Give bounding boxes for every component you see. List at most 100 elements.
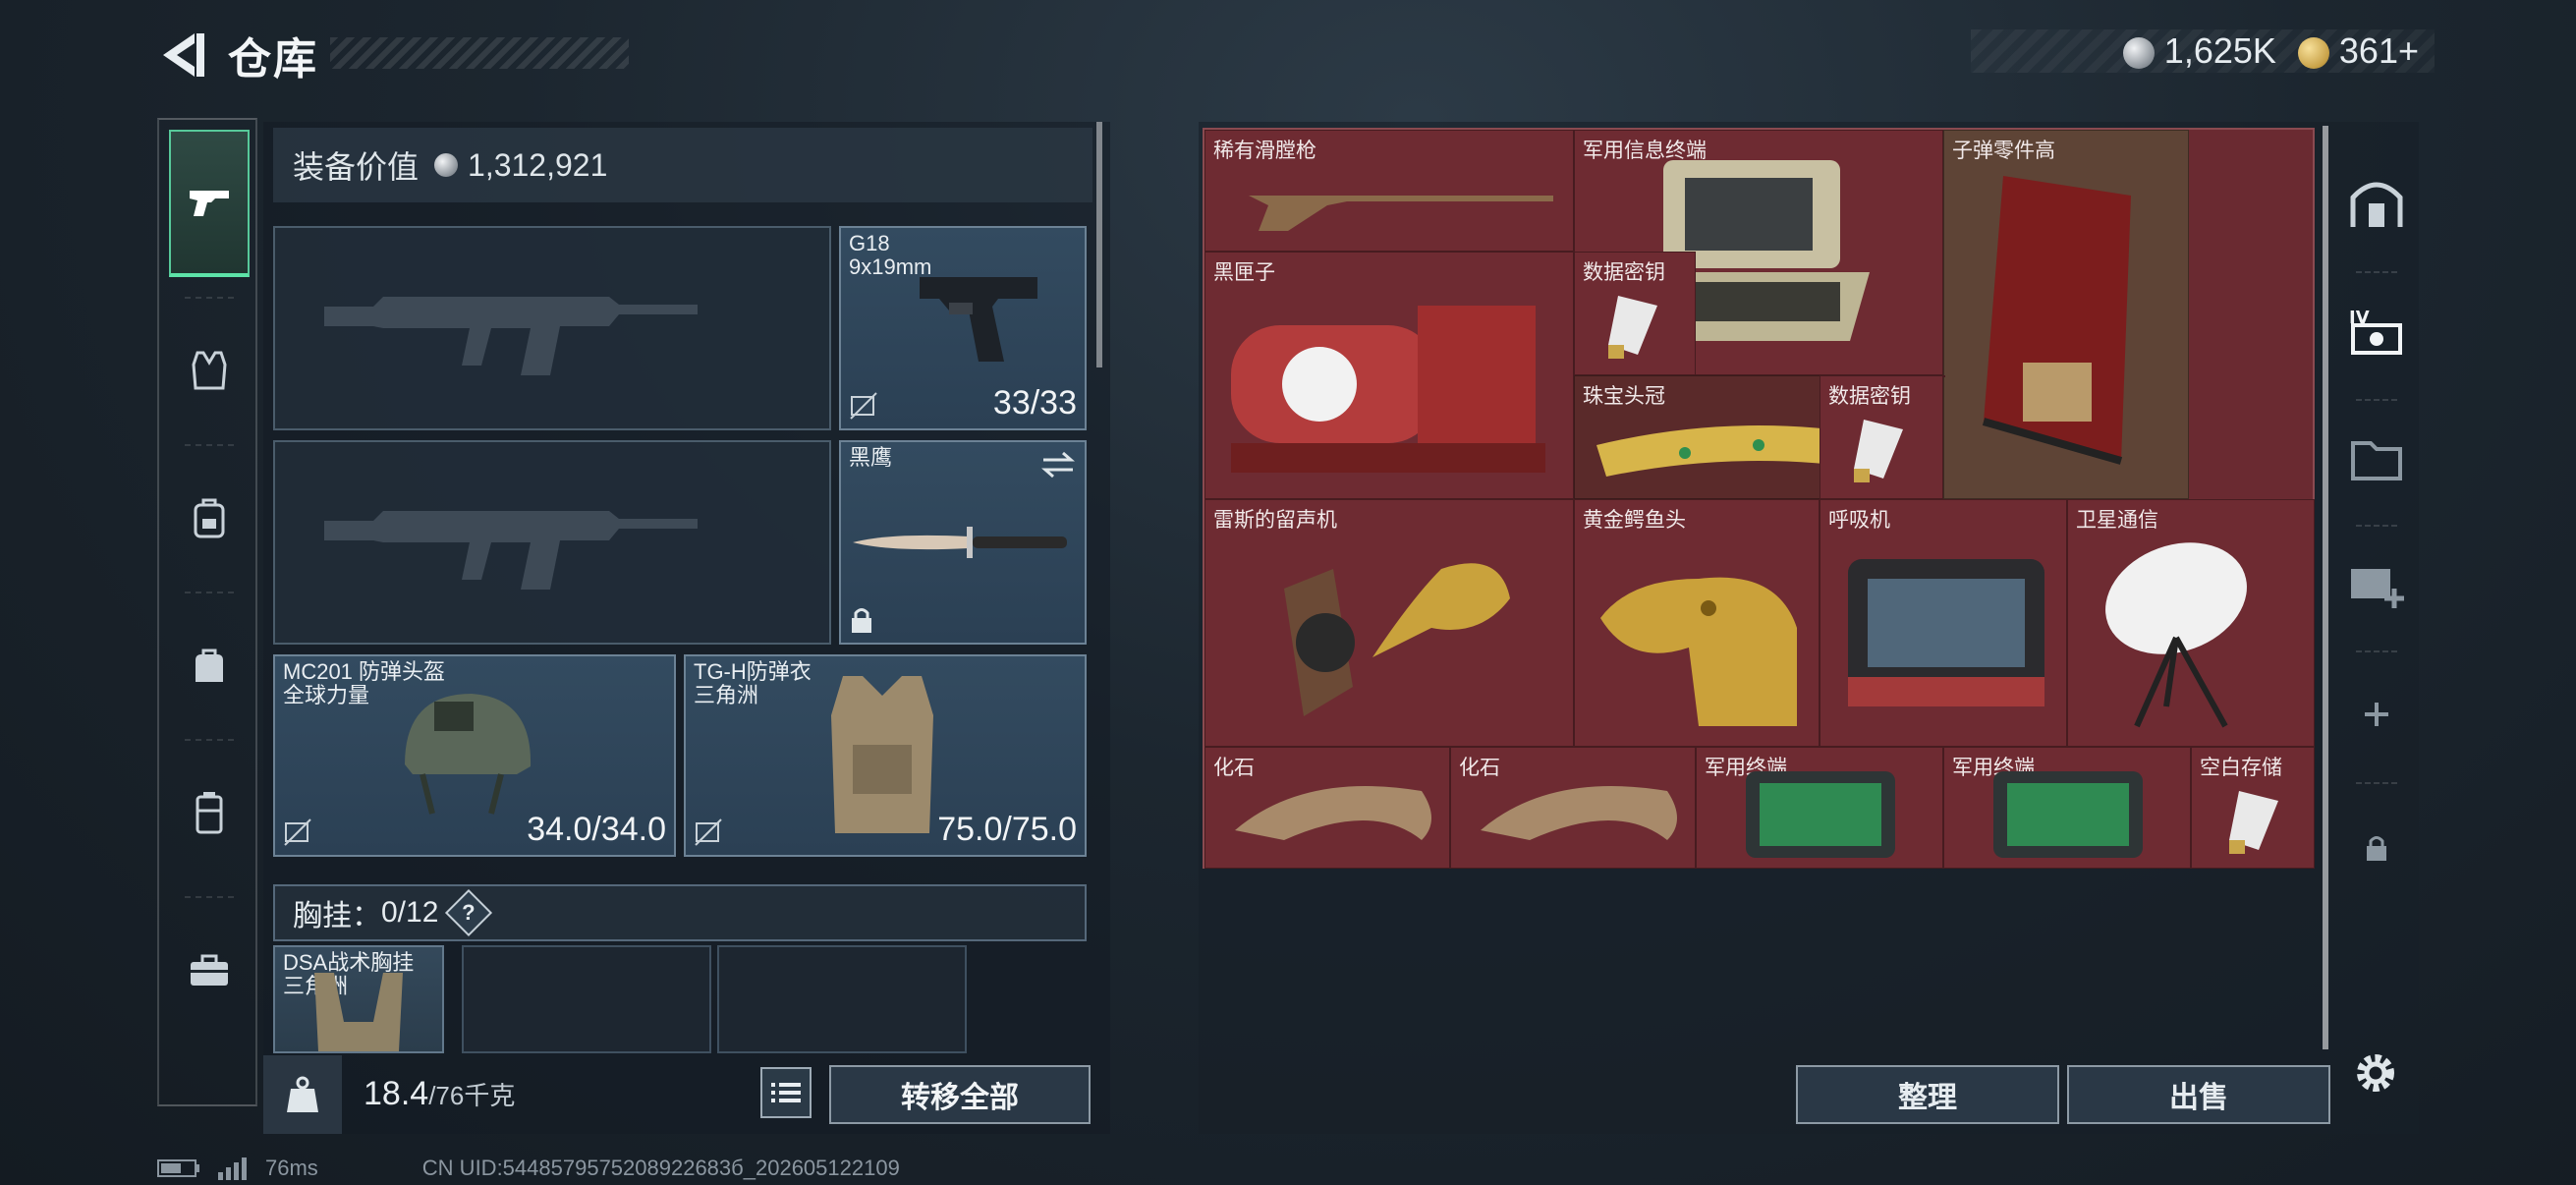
item-military-terminal-small[interactable]: 军用终端 <box>1696 747 1943 869</box>
item-ventilator[interactable]: 呼吸机 <box>1820 499 2067 747</box>
weight-readout: 18.4/76千克 <box>364 1075 516 1112</box>
knife-icon <box>853 527 1067 558</box>
tab-safe-box[interactable] <box>2336 145 2417 261</box>
data-key-icon <box>1608 296 1657 359</box>
ping-readout: 76ms <box>265 1156 318 1180</box>
item-data-key-2[interactable]: 数据密钥 <box>1820 375 1943 499</box>
glock-pistol-icon <box>920 277 1037 362</box>
secondary-weapon-slot[interactable] <box>273 440 831 645</box>
helmet-slot[interactable]: MC201 防弹头盔 全球力量 34.0/34.0 <box>273 654 676 857</box>
gramophone-icon <box>1284 563 1510 716</box>
silver-amount: 1,625K <box>2163 30 2276 71</box>
tab-locked[interactable] <box>2336 790 2417 906</box>
item-data-key[interactable]: 数据密钥 <box>1574 252 1696 375</box>
chest-rig-label: 胸挂： <box>293 900 381 932</box>
item-fossil[interactable]: 化石 <box>1204 747 1450 869</box>
no-insure-icon <box>850 392 877 420</box>
storage-scrollbar[interactable] <box>2323 126 2328 1049</box>
safe-box-icon <box>2350 182 2403 227</box>
data-key-icon <box>2229 791 2278 854</box>
item-ammo-parts[interactable]: 子弹零件高 <box>1943 130 2189 499</box>
help-icon[interactable]: ? <box>445 888 493 937</box>
sidearm-ammo-count: 33/33 <box>992 384 1077 422</box>
status-bar: 76ms CN UID:5448579575208922683б_2026051… <box>157 1156 900 1181</box>
no-insure-icon <box>695 818 722 846</box>
melee-slot[interactable]: 黑鹰 <box>839 440 1087 645</box>
bag-icon <box>196 649 223 682</box>
tab-expand-storage[interactable] <box>2336 527 2417 643</box>
folder-icon <box>2351 441 2402 480</box>
battery-icon <box>157 1159 199 1177</box>
weight-box <box>263 1055 342 1134</box>
rail-tab-backpack[interactable] <box>169 444 250 592</box>
transfer-all-button[interactable]: 转移全部 <box>829 1065 1091 1124</box>
helmet-durability: 34.0/34.0 <box>527 811 666 848</box>
rail-tab-weapons[interactable] <box>169 130 250 277</box>
data-key-icon <box>1854 420 1903 482</box>
silver-currency[interactable]: 1,625K <box>2122 30 2276 72</box>
category-rail <box>157 118 257 1106</box>
golden-croc-head-icon <box>1600 577 1797 726</box>
fossil-claw-icon <box>1481 786 1677 840</box>
uid-text: CN UID:5448579575208922683б_202605122109 <box>421 1156 900 1180</box>
silver-coin-icon <box>434 153 459 177</box>
back-arrow-icon <box>163 33 204 77</box>
backpack-icon <box>194 498 225 538</box>
item-satellite-comms[interactable]: 卫星通信 <box>2067 499 2315 747</box>
item-fossil-2[interactable]: 化石 <box>1450 747 1696 869</box>
rig-slot-empty[interactable] <box>717 945 967 1053</box>
helmet-icon <box>405 694 532 815</box>
item-gramophone[interactable]: 雷斯的留声机 <box>1204 499 1574 747</box>
weight-icon <box>287 1076 318 1112</box>
sell-button[interactable]: 出售 <box>2067 1065 2330 1124</box>
tab-add[interactable] <box>2336 656 2417 772</box>
tab-folder[interactable] <box>2336 401 2417 517</box>
storage-tabs-rail: IV <box>2336 126 2417 1030</box>
primary-weapon-slot[interactable] <box>273 226 831 430</box>
spacer <box>1943 375 1945 377</box>
item-military-terminal-small-2[interactable]: 军用终端 <box>1943 747 2191 869</box>
plus-icon <box>2365 703 2388 726</box>
title-decoration <box>330 37 629 69</box>
chest-rig-count: 0/12 <box>381 896 439 929</box>
swap-icon[interactable] <box>1041 450 1075 480</box>
pistol-icon <box>190 191 229 216</box>
chest-rig-bar: 胸挂： 0/12 ? <box>273 884 1087 941</box>
body-armor-icon <box>831 676 933 833</box>
armor-slot[interactable]: TG-H防弹衣 三角洲 75.0/75.0 <box>684 654 1087 857</box>
back-button[interactable] <box>155 28 210 83</box>
armor-durability: 75.0/75.0 <box>937 811 1077 848</box>
lock-icon <box>852 608 871 633</box>
item-rare-musket[interactable]: 稀有滑膛枪 <box>1204 130 1574 252</box>
item-black-box[interactable]: 黑匣子 <box>1204 252 1574 499</box>
list-view-button[interactable] <box>760 1067 812 1118</box>
toolbox-icon <box>191 954 228 986</box>
satellite-dish-icon <box>2105 542 2247 728</box>
rail-tab-armor[interactable] <box>169 297 250 444</box>
item-golden-croc-head[interactable]: 黄金鳄鱼头 <box>1574 499 1820 747</box>
storage-grid: 稀有滑膛枪 军用信息终端 子弹零件高 黑匣子 数据密钥 珠宝头冠 数据密钥 雷斯… <box>1203 128 2315 869</box>
circuit-terminal-icon <box>1746 771 1895 858</box>
item-blank-storage[interactable]: 空白存储 <box>2191 747 2315 869</box>
vest-icon <box>192 351 227 390</box>
chest-rig-item[interactable]: DSA战术胸挂三角洲 <box>273 945 444 1053</box>
equipment-value-bar: 装备价值 1,312,921 <box>273 128 1092 202</box>
sidearm-slot[interactable]: G18 9x19mm 33/33 <box>839 226 1087 430</box>
equipment-value-label: 装备价值 <box>293 149 420 185</box>
rig-slot-empty[interactable] <box>462 945 711 1053</box>
rail-tab-toolbox[interactable] <box>169 896 250 1044</box>
tab-storage-tier[interactable]: IV <box>2336 273 2417 389</box>
page-title: 仓库 <box>228 35 318 84</box>
rifle-silhouette-icon <box>324 511 698 590</box>
rail-tab-bag[interactable] <box>169 592 250 739</box>
equipment-value: 1,312,921 <box>468 146 608 183</box>
black-box-recorder-icon <box>1231 306 1545 473</box>
rail-tab-containers[interactable] <box>169 739 250 886</box>
settings-button[interactable] <box>2346 1044 2405 1102</box>
sort-button[interactable]: 整理 <box>1796 1065 2059 1124</box>
equipment-scrollbar[interactable] <box>1096 122 1102 367</box>
gold-currency[interactable]: 361+ <box>2297 30 2419 72</box>
gold-amount: 361+ <box>2338 30 2419 71</box>
list-icon <box>771 1083 801 1102</box>
armor-title: TG-H防弹衣 三角洲 <box>694 659 812 707</box>
